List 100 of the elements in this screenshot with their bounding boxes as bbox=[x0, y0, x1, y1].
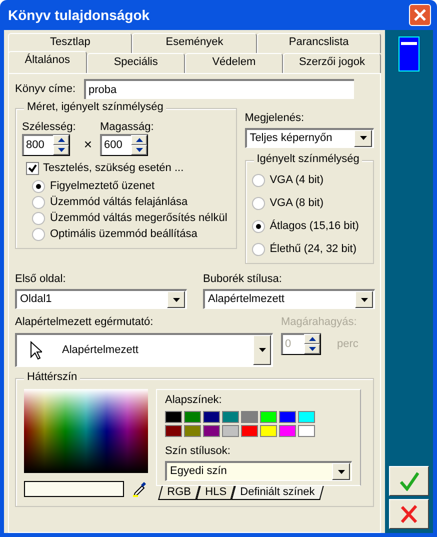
radio-label[interactable]: VGA (4 bit) bbox=[270, 174, 324, 187]
spin-up-button[interactable] bbox=[131, 135, 147, 146]
tab[interactable]: Védelem bbox=[184, 53, 283, 73]
caret-icon bbox=[258, 348, 266, 352]
color-swatch[interactable] bbox=[241, 410, 258, 423]
field-label: Alapszínek: bbox=[165, 394, 223, 407]
dropdown[interactable]: Egyedi szín bbox=[165, 461, 352, 482]
field-label: Alapértelmezett egérmutató: bbox=[15, 316, 154, 329]
caret-icon bbox=[172, 298, 180, 302]
spin-down-button[interactable] bbox=[53, 145, 69, 156]
ok-button[interactable] bbox=[389, 466, 429, 496]
spin-down-button[interactable] bbox=[304, 344, 320, 354]
radio-button[interactable] bbox=[32, 180, 45, 194]
up-arrow-icon bbox=[308, 337, 316, 342]
radio-label[interactable]: Élethű (24, 32 bit) bbox=[270, 243, 357, 256]
spin-field[interactable]: 800 bbox=[22, 134, 70, 156]
tab[interactable]: Parancslista bbox=[256, 33, 381, 53]
radio-label[interactable]: Átlagos (15,16 bit) bbox=[270, 220, 359, 233]
color-swatch[interactable] bbox=[222, 410, 239, 423]
field-label: Első oldal: bbox=[15, 272, 67, 286]
dropdown-button[interactable] bbox=[354, 130, 372, 147]
radio-label[interactable]: VGA (8 bit) bbox=[270, 197, 324, 210]
cursor-icon bbox=[30, 340, 42, 360]
window-title: Könyv tulajdonságok bbox=[8, 6, 150, 24]
color-swatch[interactable] bbox=[222, 424, 239, 437]
color-swatch[interactable] bbox=[203, 410, 220, 423]
color-swatch[interactable] bbox=[165, 424, 182, 437]
radio-button[interactable] bbox=[252, 197, 265, 210]
radio-button[interactable] bbox=[252, 243, 265, 256]
dropdown[interactable]: Oldal1 bbox=[15, 289, 187, 310]
group-title: Méret, igényelt színmélység bbox=[24, 101, 166, 114]
color-swatch[interactable] bbox=[203, 424, 220, 437]
dropdown[interactable]: Teljes képernyőn bbox=[244, 128, 374, 148]
radio-button[interactable] bbox=[252, 174, 265, 188]
unit-label: perc bbox=[337, 338, 358, 350]
tab[interactable]: Események bbox=[132, 33, 257, 53]
cross-icon bbox=[399, 504, 419, 524]
check-icon bbox=[399, 471, 419, 491]
field-label: Buborék stílusa: bbox=[203, 272, 283, 286]
tab[interactable]: HLS bbox=[196, 486, 236, 500]
color-swatch[interactable] bbox=[279, 410, 296, 423]
times-sign: × bbox=[82, 136, 93, 154]
down-arrow-icon bbox=[308, 347, 316, 352]
eyedropper-icon bbox=[132, 480, 146, 497]
tab[interactable]: Speciális bbox=[86, 53, 185, 73]
color-swatch[interactable] bbox=[260, 424, 277, 437]
dropdown-button[interactable] bbox=[253, 335, 271, 366]
radio-label[interactable]: Figyelmeztető üzenet bbox=[50, 180, 155, 193]
radio-button[interactable] bbox=[252, 220, 265, 234]
dropdown-button[interactable] bbox=[332, 463, 350, 480]
field-label: Magárahagyás: bbox=[281, 316, 358, 329]
color-swatch[interactable] bbox=[279, 424, 296, 437]
spin-up-button[interactable] bbox=[304, 334, 320, 344]
color-swatch[interactable] bbox=[298, 424, 315, 437]
color-swatch[interactable] bbox=[184, 410, 201, 423]
up-arrow-icon bbox=[58, 138, 64, 142]
dropdown-button[interactable] bbox=[355, 291, 373, 308]
text-field[interactable]: proba bbox=[84, 79, 354, 99]
color-swatch[interactable] bbox=[165, 410, 182, 423]
up-arrow-icon bbox=[136, 138, 142, 142]
down-arrow-icon bbox=[136, 148, 142, 152]
close-button[interactable] bbox=[409, 4, 431, 26]
tab[interactable]: Általános bbox=[8, 51, 87, 73]
radio-button[interactable] bbox=[32, 228, 45, 242]
dropdown-button[interactable] bbox=[167, 291, 185, 308]
dropdown[interactable]: Alapértelmezett bbox=[15, 332, 273, 367]
tab[interactable]: Definiált színek bbox=[231, 486, 324, 500]
color-spectrum[interactable] bbox=[24, 388, 148, 473]
spin-down-button[interactable] bbox=[131, 145, 147, 156]
tab[interactable]: RGB bbox=[158, 486, 200, 500]
book-icon bbox=[398, 36, 420, 72]
cancel-button[interactable] bbox=[389, 499, 429, 529]
color-swatch[interactable] bbox=[241, 424, 258, 437]
group-title: Igényelt színmélység bbox=[254, 152, 362, 166]
tab[interactable]: Tesztlap bbox=[8, 33, 132, 53]
field-label: Könyv címe: bbox=[15, 82, 76, 96]
check-icon bbox=[28, 164, 37, 173]
field-label: Magasság: bbox=[100, 121, 154, 134]
color-swatch[interactable] bbox=[184, 424, 201, 437]
radio-label[interactable]: Üzemmód váltás megerősítés nélkül bbox=[50, 212, 228, 225]
caret-icon bbox=[360, 298, 368, 302]
spin-field[interactable]: 600 bbox=[100, 134, 148, 156]
checkbox-label[interactable]: Tesztelés, szükség esetén ... bbox=[43, 162, 184, 174]
caret-icon bbox=[338, 470, 344, 474]
radio-label[interactable]: Optimális üzemmód beállítása bbox=[50, 228, 198, 241]
field-label: Megjelenés: bbox=[244, 112, 306, 125]
caret-icon bbox=[360, 136, 366, 140]
spin-up-button[interactable] bbox=[53, 135, 69, 146]
close-icon bbox=[414, 9, 426, 21]
dropdown[interactable]: Alapértelmezett bbox=[203, 289, 375, 310]
checkbox[interactable] bbox=[26, 162, 39, 175]
radio-button[interactable] bbox=[32, 212, 45, 226]
radio-button[interactable] bbox=[32, 196, 45, 210]
field-label: Szélesség: bbox=[22, 121, 76, 134]
radio-label[interactable]: Üzemmód váltás felajánlása bbox=[50, 196, 188, 209]
field-label: Szín stílusok: bbox=[165, 444, 232, 458]
color-swatch[interactable] bbox=[260, 410, 277, 423]
tab[interactable]: Szerzői jogok bbox=[282, 53, 381, 73]
down-arrow-icon bbox=[58, 148, 64, 152]
color-swatch[interactable] bbox=[298, 410, 315, 423]
